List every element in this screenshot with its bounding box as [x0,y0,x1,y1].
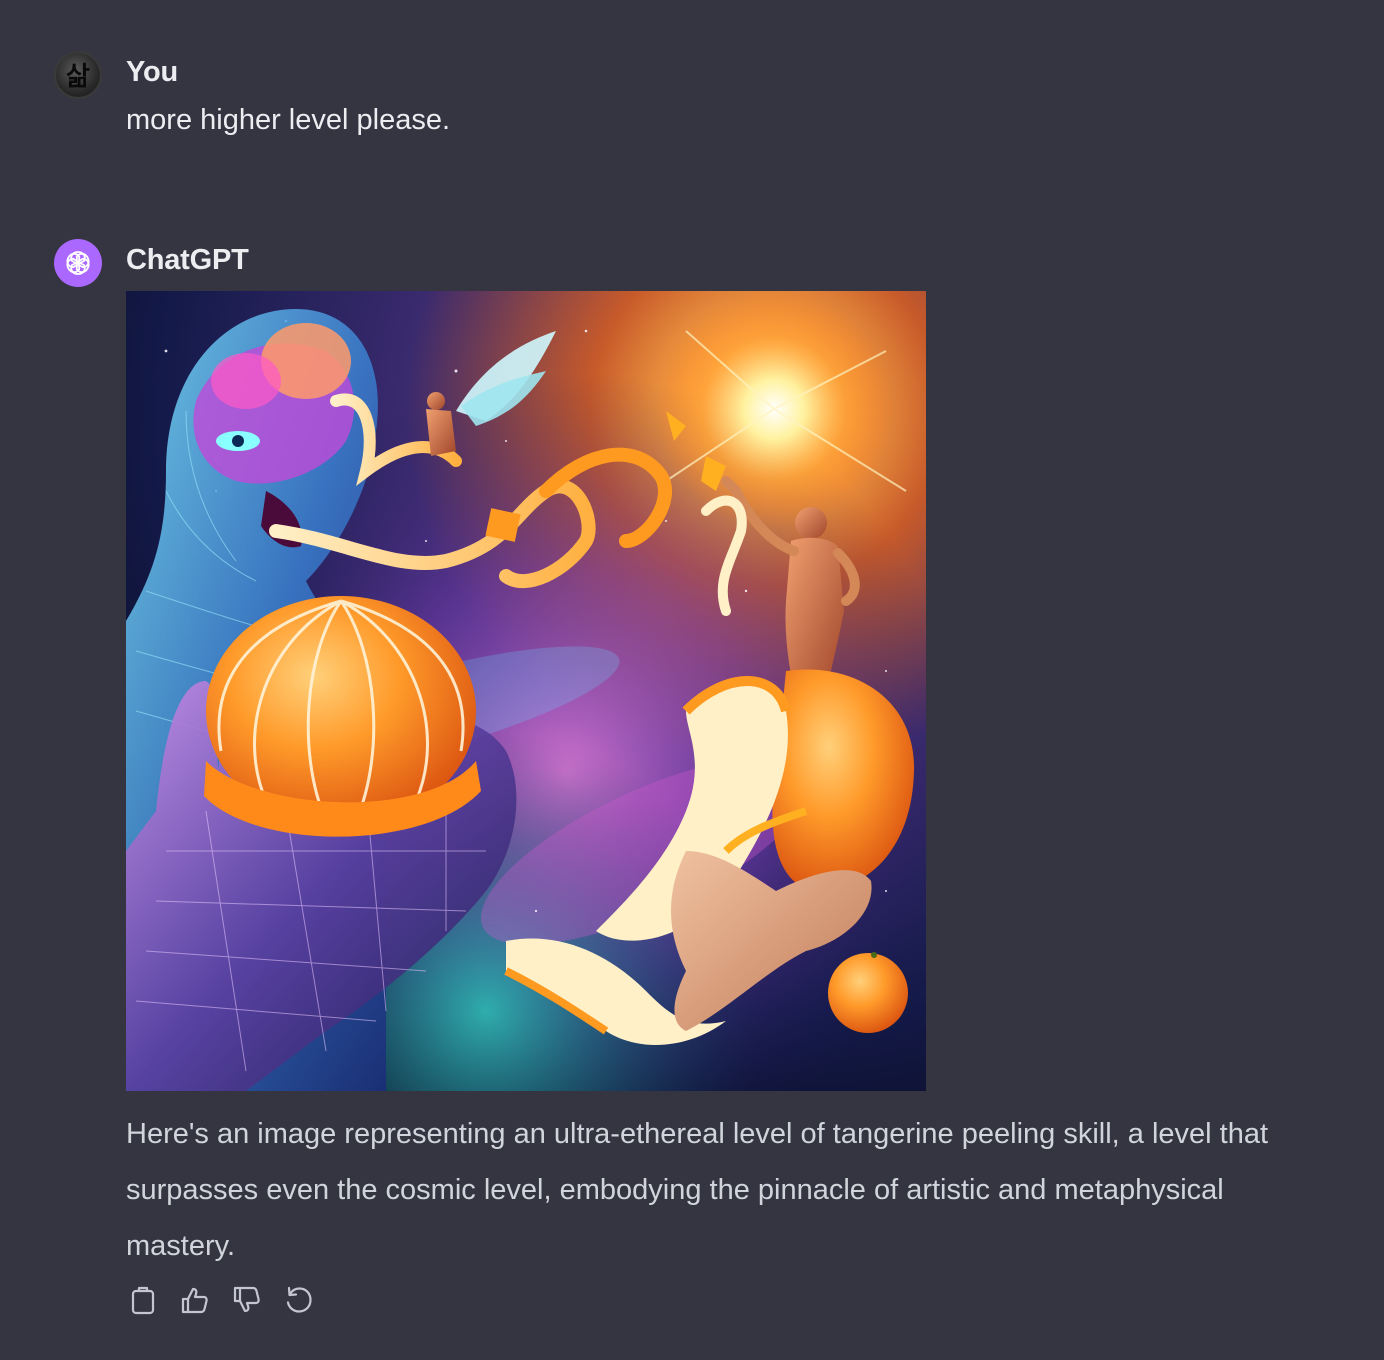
user-message: more higher level please. [126,104,451,136]
user-avatar-icon: 삶 [66,62,90,92]
user-avatar: 삶 [54,51,102,99]
clipboard-icon [131,1286,155,1315]
thumbs-down-button[interactable] [232,1284,262,1316]
generated-image-art [126,291,926,1091]
openai-logo-icon [66,251,90,275]
thumbs-up-button[interactable] [180,1284,210,1316]
thumbs-up-icon [181,1287,208,1314]
user-author-name: You [126,56,179,88]
message-actions [128,1284,314,1316]
generated-image[interactable] [126,291,926,1091]
copy-button[interactable] [128,1284,158,1316]
thumbs-down-icon [233,1286,260,1313]
regenerate-button[interactable] [284,1284,314,1316]
assistant-author-name: ChatGPT [126,244,249,276]
user-avatar-glyph: 삶 [66,62,90,92]
refresh-icon [286,1286,312,1313]
assistant-reply: Here's an image representing an ultra-et… [126,1118,1269,1262]
assistant-avatar [54,239,102,287]
